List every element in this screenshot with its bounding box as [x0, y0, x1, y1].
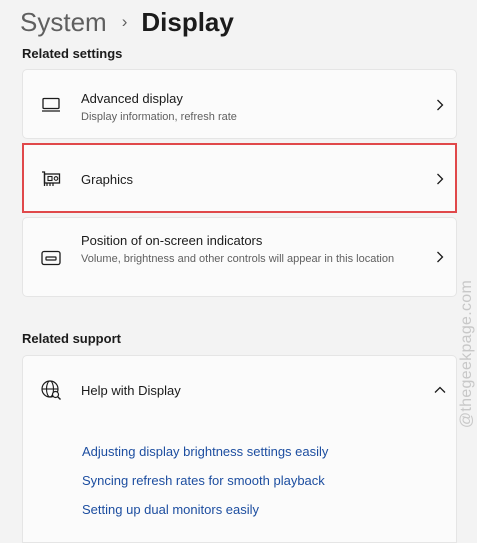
globe-search-icon: [40, 379, 62, 401]
advanced-display-description: Display information, refresh rate: [81, 111, 237, 123]
chevron-right-icon: [433, 250, 447, 264]
graphics-highlight-box: [22, 143, 457, 213]
related-support-label: Related support: [22, 331, 121, 346]
breadcrumb-system-link[interactable]: System: [20, 7, 107, 38]
watermark: @thegeekpage.com: [458, 268, 476, 440]
breadcrumb-separator: ›: [121, 12, 128, 31]
help-link-refresh-rates[interactable]: Syncing refresh rates for smooth playbac…: [82, 473, 325, 488]
help-with-display-title: Help with Display: [81, 383, 181, 398]
monitor-icon: [40, 94, 62, 116]
page-title: Display: [141, 6, 234, 37]
help-link-brightness[interactable]: Adjusting display brightness settings ea…: [82, 444, 328, 459]
chevron-up-icon[interactable]: [433, 383, 447, 397]
watermark-text: @thegeekpage.com: [458, 279, 475, 429]
onscreen-indicators-card[interactable]: Position of on-screen indicators Volume,…: [22, 217, 457, 297]
onscreen-indicators-title: Position of on-screen indicators: [81, 233, 263, 248]
advanced-display-title: Advanced display: [81, 91, 183, 106]
advanced-display-card[interactable]: Advanced display Display information, re…: [22, 69, 457, 139]
help-with-display-header[interactable]: Help with Display: [22, 355, 457, 424]
chevron-right-icon: [433, 98, 447, 112]
onscreen-indicators-description: Volume, brightness and other controls wi…: [81, 253, 395, 265]
help-links-panel: Adjusting display brightness settings ea…: [22, 423, 457, 543]
help-link-dual-monitors[interactable]: Setting up dual monitors easily: [82, 502, 259, 517]
related-settings-label: Related settings: [22, 46, 123, 61]
osd-indicator-icon: [40, 247, 62, 269]
breadcrumb: System › Display: [20, 4, 234, 40]
